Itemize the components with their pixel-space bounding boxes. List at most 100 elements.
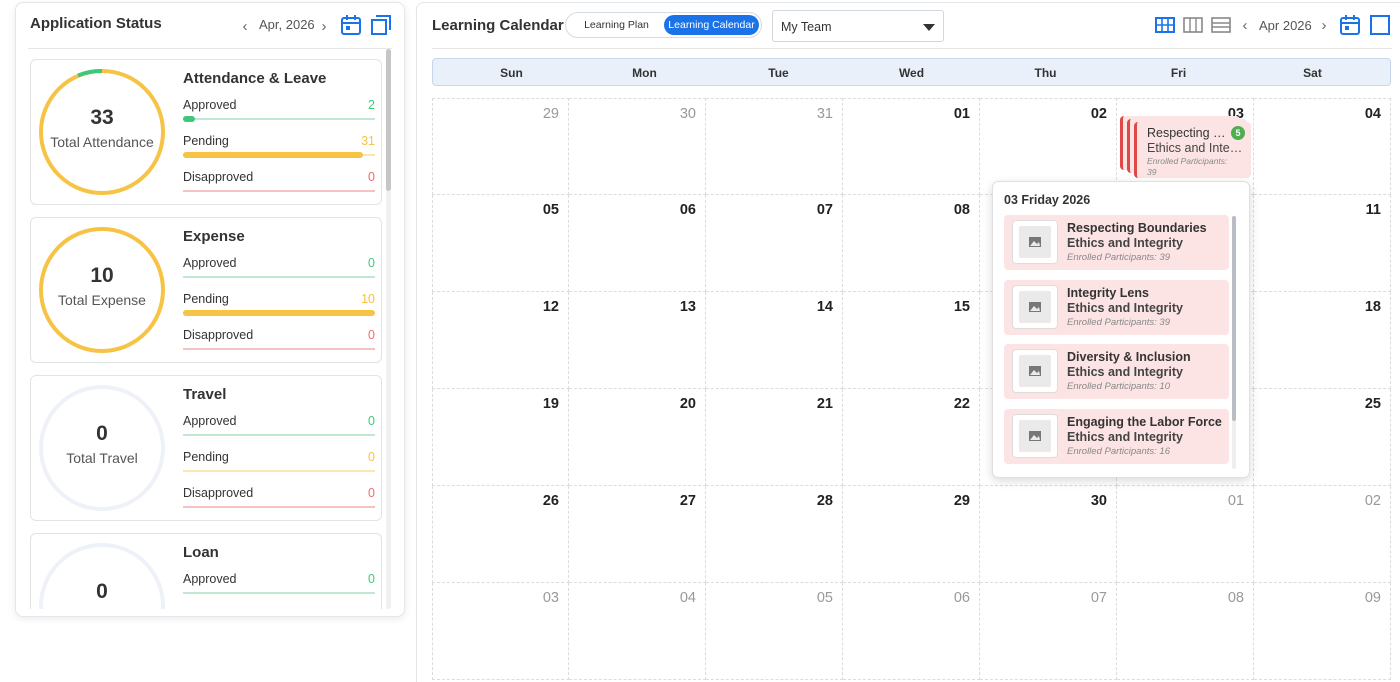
pending-count: 0 bbox=[368, 450, 375, 464]
pending-count: 10 bbox=[361, 292, 375, 306]
popover-event-item[interactable]: Engaging the Labor Force Ethics and Inte… bbox=[1004, 409, 1229, 464]
calendar-day-cell[interactable]: 20 bbox=[569, 389, 706, 486]
day-number: 07 bbox=[1090, 590, 1107, 606]
popover-event-item[interactable]: Respecting Boundaries Ethics and Integri… bbox=[1004, 215, 1229, 270]
course-thumbnail bbox=[1012, 349, 1058, 393]
calendar-day-cell[interactable]: 29 bbox=[843, 486, 980, 583]
next-month-icon[interactable]: › bbox=[316, 16, 332, 36]
month-grid-view-icon[interactable] bbox=[1155, 16, 1175, 34]
day-number: 01 bbox=[1227, 493, 1244, 509]
approved-label: Approved bbox=[183, 98, 237, 112]
pending-track bbox=[183, 310, 375, 316]
attendance-total: 33 bbox=[90, 106, 114, 129]
calendar-day-cell[interactable]: 06 bbox=[569, 195, 706, 292]
calendar-day-cell[interactable]: 28 bbox=[706, 486, 843, 583]
disapproved-track bbox=[183, 190, 375, 192]
calendar-day-cell[interactable]: 21 bbox=[706, 389, 843, 486]
calendar-day-cell[interactable]: 05 bbox=[432, 195, 569, 292]
fullscreen-icon[interactable] bbox=[1369, 14, 1391, 36]
calendar-day-cell[interactable]: 07 bbox=[706, 195, 843, 292]
calendar-icon[interactable] bbox=[1339, 14, 1361, 36]
calendar-day-cell[interactable]: 27 bbox=[569, 486, 706, 583]
calendar-icon[interactable] bbox=[340, 14, 362, 36]
tab-learning-calendar[interactable]: Learning Calendar bbox=[664, 15, 759, 35]
calendar-day-cell[interactable]: 09 bbox=[1254, 583, 1391, 680]
weekday-label: Thu bbox=[1034, 66, 1057, 80]
prev-month-icon[interactable]: ‹ bbox=[237, 16, 253, 36]
weekday-label: Fri bbox=[1170, 66, 1187, 80]
popover-scrollbar[interactable] bbox=[1232, 216, 1236, 469]
calendar-day-cell[interactable]: 08 bbox=[1117, 583, 1254, 680]
calendar-day-cell[interactable]: 15 bbox=[843, 292, 980, 389]
expense-total-label: Total Expense bbox=[58, 292, 146, 308]
expense-pending-row: Pending 10 bbox=[183, 292, 375, 316]
list-view-icon[interactable] bbox=[1211, 16, 1231, 34]
calendar-day-cell[interactable]: 31 bbox=[706, 98, 843, 195]
calendar-day-cell[interactable]: 04 bbox=[569, 583, 706, 680]
popover-event-item[interactable]: Diversity & Inclusion Ethics and Integri… bbox=[1004, 344, 1229, 399]
weekday-label: Sun bbox=[500, 66, 523, 80]
approved-track bbox=[183, 116, 375, 122]
calendar-day-cell[interactable]: 19 bbox=[432, 389, 569, 486]
calendar-day-cell[interactable]: 02 bbox=[1254, 486, 1391, 583]
calendar-day-cell[interactable]: 13 bbox=[569, 292, 706, 389]
caret-down-icon bbox=[923, 24, 935, 31]
event-enrolled-count: 39 bbox=[1147, 167, 1157, 177]
calendar-day-cell[interactable]: 01 bbox=[1117, 486, 1254, 583]
calendar-day-cell[interactable]: 08 bbox=[843, 195, 980, 292]
course-thumbnail bbox=[1012, 285, 1058, 329]
calendar-day-cell[interactable]: 30 bbox=[980, 486, 1117, 583]
next-month-icon[interactable]: › bbox=[1316, 15, 1332, 35]
approved-track bbox=[183, 592, 375, 594]
calendar-day-cell[interactable]: 07 bbox=[980, 583, 1117, 680]
calendar-day-cell[interactable]: 30 bbox=[569, 98, 706, 195]
popover-scroll-thumb[interactable] bbox=[1232, 216, 1236, 421]
calendar-day-cell[interactable]: 11 bbox=[1254, 195, 1391, 292]
disapproved-label: Disapproved bbox=[183, 486, 254, 500]
event-card[interactable]: Respecting Boundaries 5 Ethics and Integ… bbox=[1134, 122, 1251, 178]
week-view-icon[interactable] bbox=[1183, 16, 1203, 34]
calendar-day-cell[interactable]: 29 bbox=[432, 98, 569, 195]
course-category: Ethics and Integrity bbox=[1067, 301, 1183, 315]
pending-label: Pending bbox=[183, 134, 229, 148]
day-number: 19 bbox=[542, 396, 559, 412]
day-number: 15 bbox=[953, 299, 970, 315]
approved-label: Approved bbox=[183, 572, 237, 586]
course-name: Diversity & Inclusion bbox=[1067, 350, 1191, 364]
tab-learning-plan[interactable]: Learning Plan bbox=[570, 15, 663, 35]
status-card-list[interactable]: 33 Total Attendance Attendance & Leave A… bbox=[30, 59, 382, 609]
expand-icon[interactable] bbox=[370, 14, 392, 36]
popover-event-item[interactable]: Integrity Lens Ethics and Integrity Enro… bbox=[1004, 280, 1229, 335]
day-number: 22 bbox=[953, 396, 970, 412]
prev-month-icon[interactable]: ‹ bbox=[1237, 15, 1253, 35]
calendar-day-cell[interactable]: 04 bbox=[1254, 98, 1391, 195]
popover-title: 03 Friday 2026 bbox=[1004, 193, 1091, 207]
calendar-day-cell[interactable]: 22 bbox=[843, 389, 980, 486]
calendar-day-cell[interactable]: 26 bbox=[432, 486, 569, 583]
calendar-day-cell[interactable]: 18 bbox=[1254, 292, 1391, 389]
day-number: 20 bbox=[679, 396, 696, 412]
day-number: 01 bbox=[953, 106, 970, 122]
course-category: Ethics and Integrity bbox=[1067, 236, 1183, 250]
pending-bar bbox=[183, 310, 375, 316]
status-list-scrollbar[interactable] bbox=[386, 49, 391, 609]
travel-card-title: Travel bbox=[183, 386, 227, 403]
calendar-day-cell[interactable]: 05 bbox=[706, 583, 843, 680]
application-status-title: Application Status bbox=[30, 15, 162, 32]
attendance-leave-card: 33 Total Attendance Attendance & Leave A… bbox=[30, 59, 382, 205]
status-list-scroll-thumb[interactable] bbox=[386, 49, 391, 191]
travel-pending-row: Pending 0 bbox=[183, 450, 375, 474]
learning-calendar-panel: Learning Calendar Learning Plan Learning… bbox=[416, 2, 1400, 682]
attendance-approved-row: Approved 2 bbox=[183, 98, 375, 122]
pending-bar bbox=[183, 152, 363, 158]
calendar-day-cell[interactable]: 06 bbox=[843, 583, 980, 680]
calendar-day-cell[interactable]: 01 bbox=[843, 98, 980, 195]
team-select[interactable]: My Team bbox=[772, 10, 944, 42]
calendar-day-cell[interactable]: 14 bbox=[706, 292, 843, 389]
day-number: 21 bbox=[816, 396, 833, 412]
attendance-pending-row: Pending 31 bbox=[183, 134, 375, 158]
day-number: 05 bbox=[542, 202, 559, 218]
calendar-day-cell[interactable]: 03 bbox=[432, 583, 569, 680]
calendar-day-cell[interactable]: 25 bbox=[1254, 389, 1391, 486]
calendar-day-cell[interactable]: 12 bbox=[432, 292, 569, 389]
